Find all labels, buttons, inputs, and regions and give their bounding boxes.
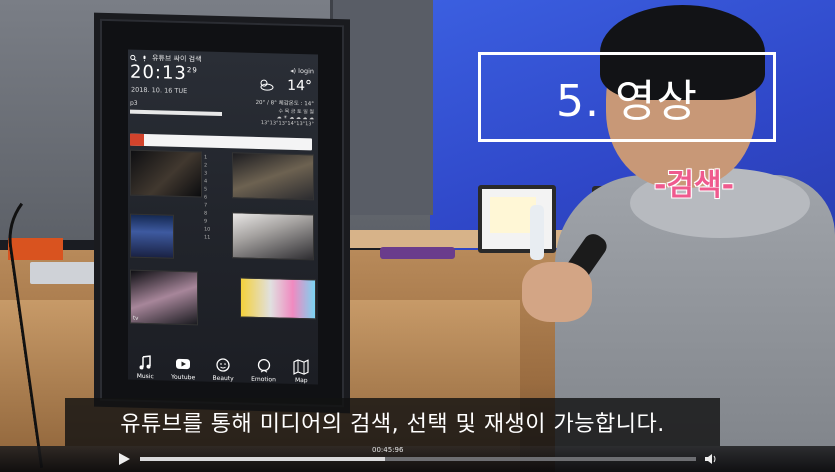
play-icon[interactable]: [116, 452, 132, 466]
login-link[interactable]: ◂) login: [290, 67, 314, 76]
nav-map-label: Map: [294, 376, 308, 385]
video-results-grid: 1 2 3 4 5 6 7 8 9 10 11 tv: [130, 149, 316, 345]
video-thumbnail[interactable]: [130, 213, 174, 259]
caption-text: 유튜브를 통해 미디어의 검색, 선택 및 재생이 가능합니다.: [120, 412, 665, 437]
playback-timestamp: 00:45:96: [372, 446, 404, 454]
date-label: 2018. 10. 16 TUE: [131, 85, 188, 96]
nav-music[interactable]: Music: [137, 355, 154, 380]
seek-progress: [140, 457, 385, 461]
window-frame: [330, 0, 433, 215]
laptop-middle: [478, 185, 556, 253]
clock: 20:1329: [130, 62, 198, 85]
microphone-icon: [143, 55, 146, 61]
kiosk-nav: Music Youtube Beauty Emotion Map: [128, 346, 318, 385]
login-label: login: [298, 66, 314, 76]
section-title-box: 5. 영상: [478, 52, 776, 142]
weather-cloud-icon: [260, 79, 274, 91]
search-icon: [130, 54, 137, 61]
volume-icon[interactable]: [704, 452, 718, 466]
hand: [522, 262, 592, 322]
nav-youtube-label: Youtube: [171, 373, 196, 382]
video-thumbnail[interactable]: [240, 277, 316, 320]
media-progress-bar[interactable]: [130, 109, 222, 116]
video-frame: 유튜브 싸이 검색 20:1329 2018. 10. 16 TUE ◂) lo…: [0, 0, 835, 472]
nav-map[interactable]: Map: [293, 359, 309, 384]
clock-time: 20:13: [130, 61, 187, 85]
result-index-column: 1 2 3 4 5 6 7 8 9 10 11: [204, 154, 211, 241]
nav-beauty-label: Beauty: [212, 374, 234, 383]
playlist-label: p3: [130, 99, 138, 107]
thumbnail-caption: tv: [133, 315, 139, 322]
clock-seconds: 29: [186, 66, 198, 75]
nav-music-label: Music: [136, 372, 154, 381]
kiosk-screen: 유튜브 싸이 검색 20:1329 2018. 10. 16 TUE ◂) lo…: [128, 49, 318, 385]
forecast-temps: 13°13°13°14°13°13°: [260, 120, 314, 128]
nav-youtube[interactable]: Youtube: [171, 356, 196, 382]
music-icon: [139, 355, 151, 370]
caption-bar: 유튜브를 통해 미디어의 검색, 선택 및 재생이 가능합니다.: [65, 398, 720, 446]
seek-bar[interactable]: [140, 457, 696, 461]
water-bottle: [530, 205, 544, 260]
video-thumbnail[interactable]: [130, 149, 202, 198]
video-thumbnail[interactable]: [232, 152, 314, 201]
nav-beauty[interactable]: Beauty: [212, 357, 234, 383]
youtube-icon: [176, 358, 191, 370]
nav-emotion-label: Emotion: [251, 375, 276, 384]
temperature-range: 20° / 8° 체감온도 : 14°: [255, 99, 314, 108]
purple-pad: [380, 247, 455, 259]
youtube-search-input[interactable]: [130, 133, 312, 151]
nav-emotion[interactable]: Emotion: [251, 358, 276, 384]
weekly-forecast: 수 목 금 토 일 월 ☁ ☀ ☁ ☁ ☁ ☁ 13°13°13°14°13°1…: [236, 106, 314, 128]
video-player-controls: 00:45:96: [0, 446, 835, 472]
video-thumbnail[interactable]: tv: [130, 269, 198, 326]
video-thumbnail[interactable]: [232, 212, 314, 261]
section-title: 5. 영상: [556, 76, 698, 127]
youtube-search-button[interactable]: [130, 133, 144, 146]
section-subtitle: -검색-: [653, 168, 735, 203]
smart-mirror-kiosk: 유튜브 싸이 검색 20:1329 2018. 10. 16 TUE ◂) lo…: [100, 18, 344, 408]
temperature: 14°: [287, 77, 312, 95]
emotion-icon: [257, 358, 270, 373]
beauty-icon: [216, 358, 230, 372]
map-icon: [293, 359, 309, 375]
speaker-icon: ◂): [290, 66, 297, 75]
